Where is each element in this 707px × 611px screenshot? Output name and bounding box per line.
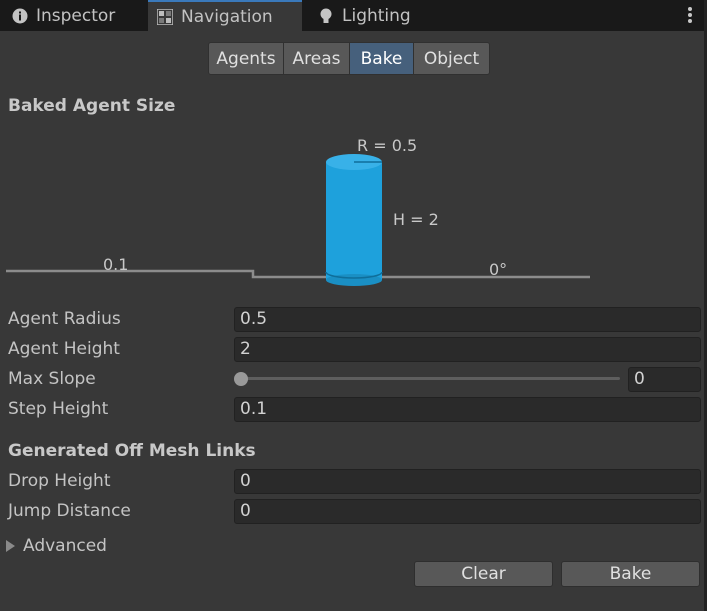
max-slope-slider-handle[interactable]: [234, 372, 248, 386]
navigation-icon: [157, 8, 173, 25]
tab-inspector[interactable]: Inspector: [0, 0, 147, 31]
advanced-label: Advanced: [23, 536, 107, 556]
max-slope-field[interactable]: 0: [628, 367, 701, 392]
jump-distance-field[interactable]: 0: [234, 499, 701, 524]
advanced-foldout[interactable]: Advanced: [6, 536, 107, 556]
agent-radius-field[interactable]: 0.5: [234, 307, 701, 332]
agent-height-field[interactable]: 2: [234, 337, 701, 362]
segment-areas[interactable]: Areas: [284, 42, 350, 75]
clear-button[interactable]: Clear: [414, 561, 553, 587]
baked-agent-size-title: Baked Agent Size: [8, 96, 176, 116]
segment-agents[interactable]: Agents: [208, 42, 284, 75]
drop-height-field[interactable]: 0: [234, 469, 701, 494]
tab-lighting[interactable]: Lighting: [306, 0, 436, 31]
step-height-label: 0.1: [103, 255, 128, 274]
segment-object[interactable]: Object: [414, 42, 490, 75]
foldout-triangle-icon: [6, 540, 15, 552]
lightbulb-icon: [318, 8, 334, 24]
tab-lighting-label: Lighting: [342, 5, 411, 26]
height-label: H = 2: [393, 210, 439, 229]
agent-size-diagram: R = 0.5 H = 2 0.1 0°: [6, 136, 590, 286]
jump-distance-label: Jump Distance: [8, 501, 131, 521]
step-height-field[interactable]: 0.1: [234, 397, 701, 422]
tab-inspector-label: Inspector: [36, 5, 116, 26]
max-slope-slider-track[interactable]: [240, 377, 620, 380]
off-mesh-links-title: Generated Off Mesh Links: [8, 441, 256, 461]
max-slope-label: Max Slope: [8, 369, 96, 389]
drop-height-label: Drop Height: [8, 471, 111, 491]
agent-radius-label: Agent Radius: [8, 309, 121, 329]
bake-button[interactable]: Bake: [561, 561, 700, 587]
agent-cylinder: [325, 154, 383, 286]
segment-bake[interactable]: Bake: [350, 42, 414, 75]
agent-height-label: Agent Height: [8, 339, 120, 359]
slope-label: 0°: [489, 260, 507, 279]
tab-navigation-label: Navigation: [181, 6, 273, 27]
radius-label: R = 0.5: [357, 136, 417, 155]
tab-navigation[interactable]: Navigation: [148, 0, 302, 31]
info-icon: [12, 8, 28, 24]
navigation-mode-segmented-control: Agents Areas Bake Object: [208, 42, 490, 75]
more-options-icon[interactable]: [687, 6, 693, 24]
window-tab-bar: Inspector Navigation Lighting: [0, 0, 707, 31]
step-height-field-label: Step Height: [8, 399, 109, 419]
